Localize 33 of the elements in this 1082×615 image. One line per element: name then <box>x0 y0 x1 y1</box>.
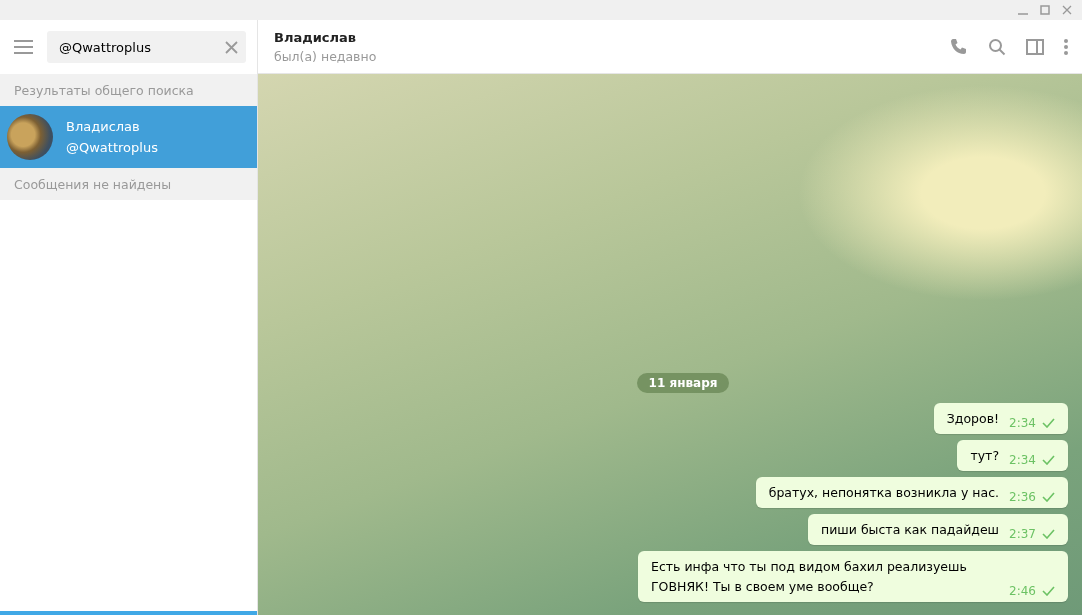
message-time: 2:34 <box>1009 415 1036 432</box>
contact-name: Владислав <box>66 119 141 134</box>
message-time: 2:46 <box>1009 583 1036 600</box>
section-label: Результаты общего поиска <box>0 74 257 106</box>
message-text: Есть инфа что ты под видом бахил реализуешь ГОВНЯК! Ты в своем уме вообще? <box>651 559 967 594</box>
check-icon <box>1042 586 1055 596</box>
message-time: 2:37 <box>1009 526 1036 543</box>
search-text: @Qwattroplus <box>59 39 152 55</box>
check-icon <box>1042 492 1055 502</box>
check-icon <box>1042 529 1055 539</box>
message-text: Здоров! <box>946 411 1000 426</box>
check-icon <box>1042 455 1055 465</box>
message-time: 2:34 <box>1009 452 1036 469</box>
message-text: пиши быста как падайдеш <box>821 522 1000 537</box>
message-text: тут? <box>970 448 1000 463</box>
chat-title: Владислав <box>274 29 358 45</box>
sidebar-icon[interactable] <box>1026 38 1044 55</box>
avatar-photo <box>7 114 53 160</box>
chat-status: был(а) недавно <box>274 48 378 64</box>
maximize-icon[interactable] <box>1040 5 1050 15</box>
close-icon[interactable] <box>1062 5 1072 15</box>
search-icon[interactable] <box>988 37 1006 56</box>
message-time: 2:36 <box>1009 489 1036 506</box>
contact-username: @Qwattroplus <box>66 140 158 155</box>
phone-icon[interactable] <box>950 37 968 56</box>
check-icon <box>1042 418 1055 428</box>
clear-icon[interactable] <box>225 40 238 54</box>
message-text: братух, непонятка возникла у нас. <box>768 485 1000 500</box>
date-label: 11 января <box>636 373 730 393</box>
search-field[interactable]: @Qwattroplus <box>47 31 246 63</box>
more-icon[interactable] <box>1064 38 1068 55</box>
menu-icon[interactable] <box>14 40 33 54</box>
section-label: Сообщения не найдены <box>0 168 257 200</box>
